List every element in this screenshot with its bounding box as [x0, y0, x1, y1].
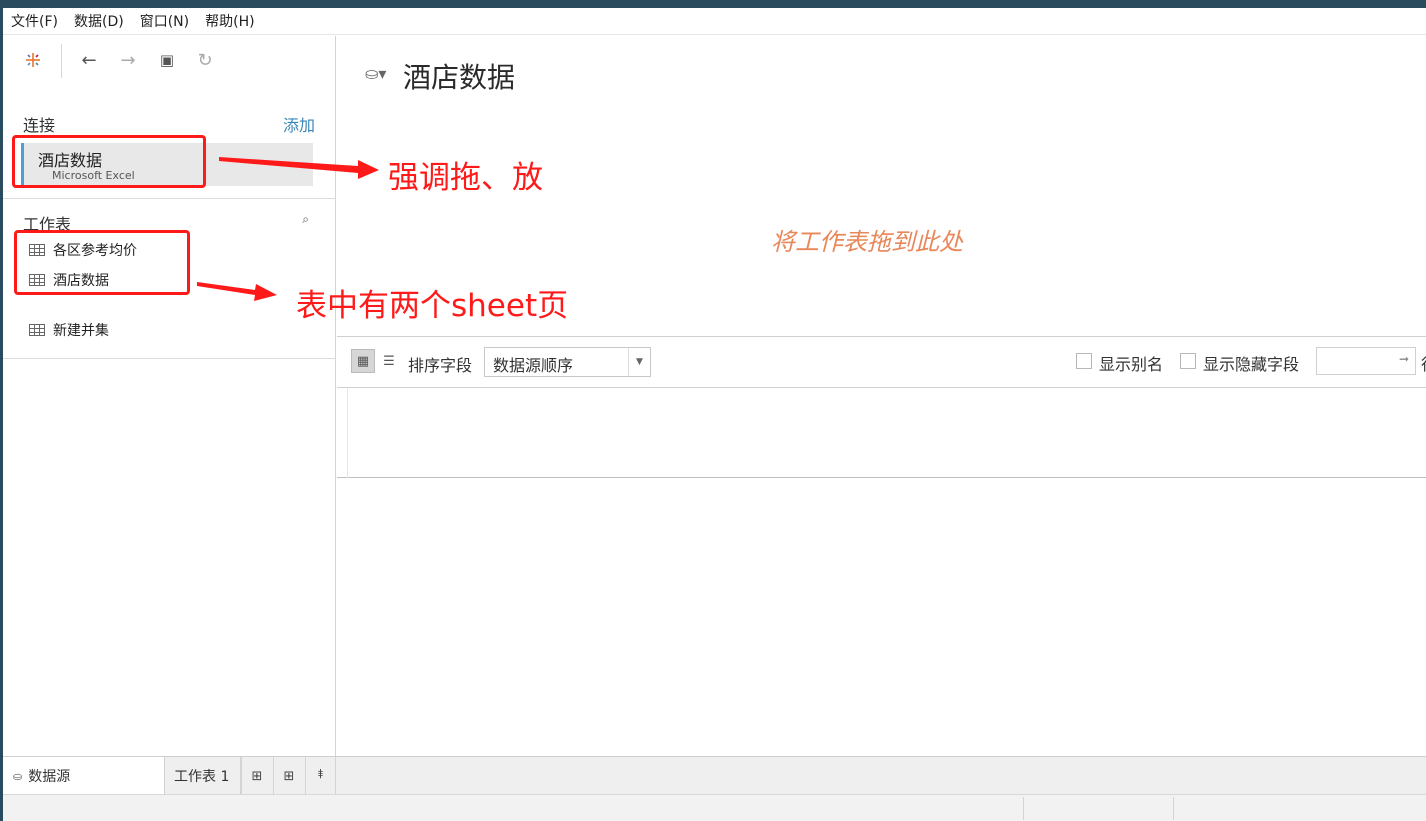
app-window: 文件(F) 数据(D) 窗口(N) 帮助(H) ← → ▣ ↻ 连接 添加 酒店…: [0, 0, 1426, 821]
tab-datasource[interactable]: ⛀ 数据源: [3, 757, 165, 795]
new-story-icon[interactable]: ⯒: [305, 757, 336, 795]
new-dashboard-icon[interactable]: ⊞: [273, 757, 304, 795]
annotation-drag-drop: 强调拖、放: [388, 160, 543, 196]
status-separator: [1023, 797, 1024, 820]
tab-sheet1-label: 工作表 1: [174, 769, 230, 785]
tab-datasource-label: 数据源: [28, 769, 71, 785]
tab-sheet1[interactable]: 工作表 1: [165, 757, 241, 795]
status-separator: [1173, 797, 1174, 820]
annotation-two-sheets: 表中有两个sheet页: [296, 288, 569, 324]
database-icon: ⛀: [13, 769, 23, 783]
sheet-tab-bar: ⛀ 数据源 工作表 1 ⊞ ⊞ ⯒: [3, 756, 1426, 795]
status-bar: [3, 794, 1426, 821]
annotation-arrows: [197, 157, 379, 301]
new-worksheet-icon[interactable]: ⊞: [241, 757, 272, 795]
